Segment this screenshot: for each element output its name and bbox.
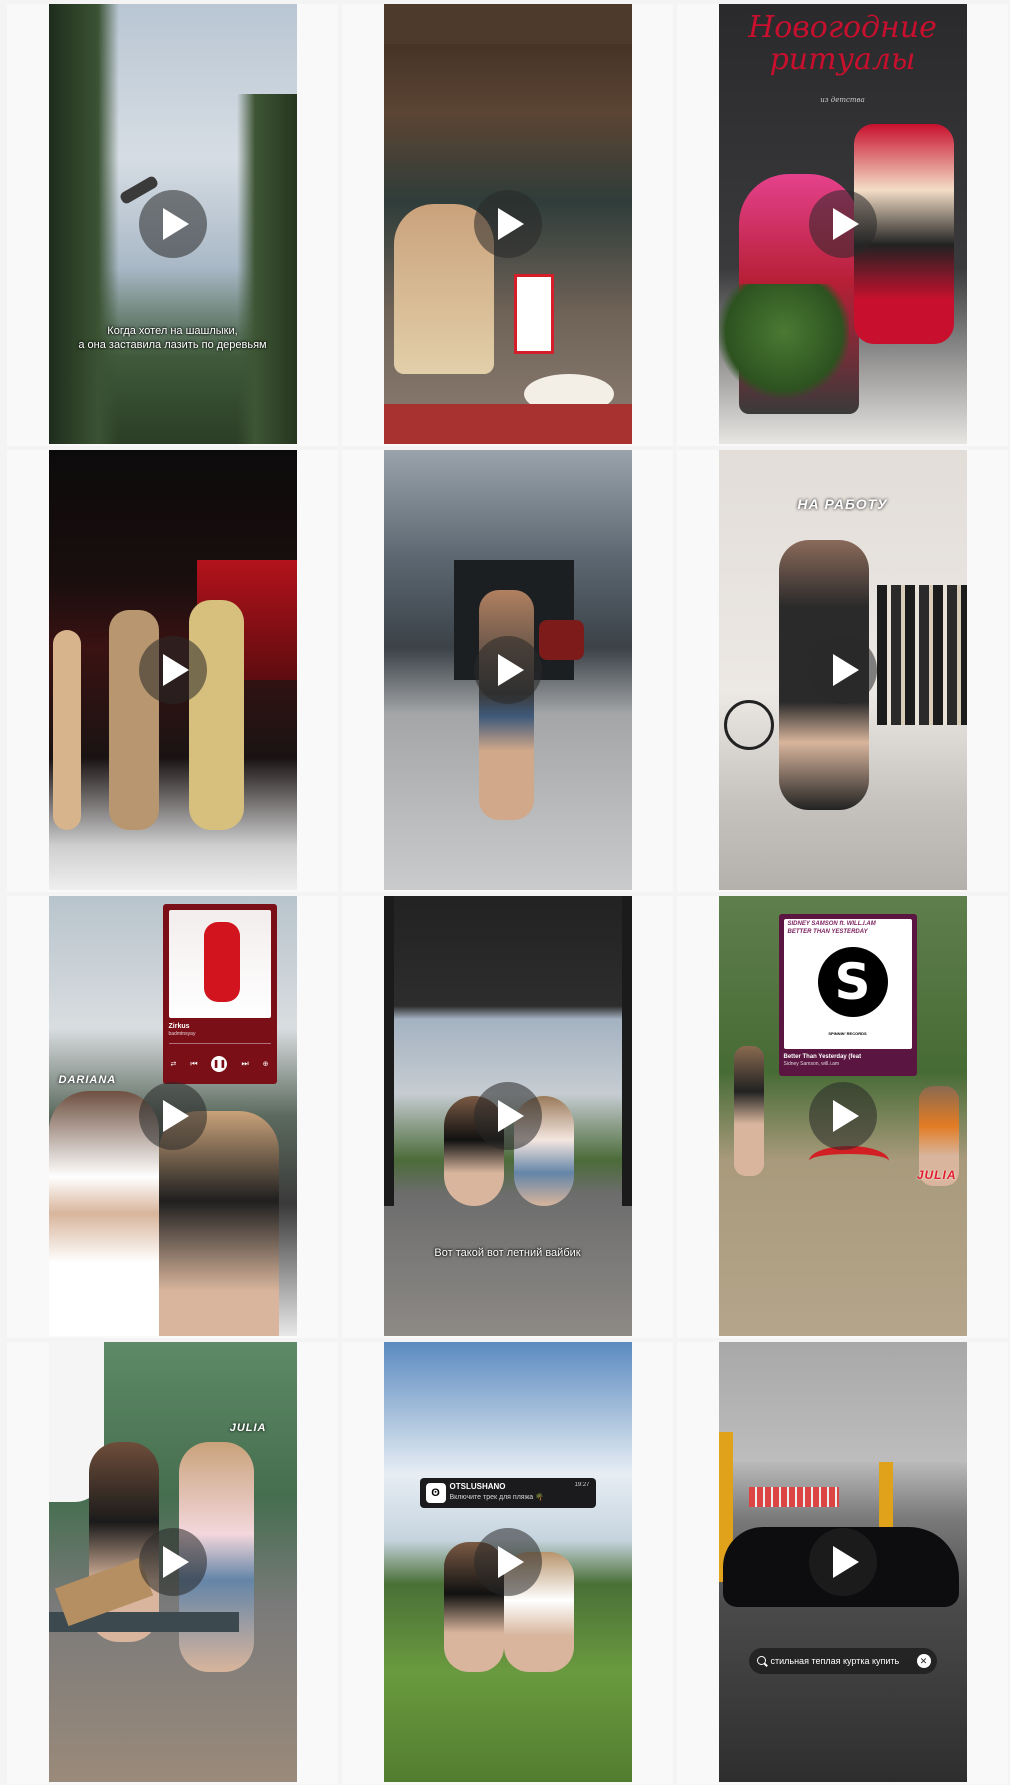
seesaw-shape [808, 1146, 889, 1176]
video-thumbnail[interactable]: Новогодние ритуалы из детства [718, 4, 967, 444]
album-header: SIDNEY SAMSON ft. WILL.I.AM [787, 921, 876, 927]
grid-cell: SIDNEY SAMSON ft. WILL.I.AM BETTER THAN … [675, 896, 1010, 1342]
person-shape [188, 600, 244, 830]
play-icon[interactable] [808, 1528, 877, 1596]
play-icon[interactable] [808, 190, 877, 258]
play-icon[interactable] [138, 636, 207, 704]
video-thumbnail[interactable] [383, 450, 632, 890]
album-art: SIDNEY SAMSON ft. WILL.I.AM BETTER THAN … [783, 919, 912, 1049]
album-art [168, 910, 271, 1018]
grid-cell [340, 450, 675, 896]
search-pill[interactable]: стильная теплая куртка купить ✕ [748, 1648, 937, 1674]
video-thumbnail[interactable] [48, 450, 297, 890]
grid-cell: Когда хотел на шашлыки, а она заставила … [5, 4, 340, 450]
play-icon[interactable] [473, 190, 542, 258]
play-icon[interactable] [808, 636, 877, 704]
grid-cell: ʘ OTSLUSHANO Включите трек для пляжа 🌴 1… [340, 1342, 675, 1785]
car-shape [538, 620, 584, 660]
search-text: стильная теплая куртка купить [770, 1656, 900, 1666]
previous-icon[interactable]: ⏮ [190, 1059, 197, 1069]
video-overlay-text: JULIA [229, 1422, 267, 1434]
video-thumbnail[interactable]: НА РАБОТУ [718, 450, 967, 890]
person-shape [52, 630, 81, 830]
video-thumbnail[interactable]: SIDNEY SAMSON ft. WILL.I.AM BETTER THAN … [718, 896, 967, 1336]
video-thumbnail[interactable]: стильная теплая куртка купить ✕ [718, 1342, 967, 1782]
ceiling-shape [383, 4, 632, 44]
play-icon[interactable] [808, 1082, 877, 1150]
notification-app-name: OTSLUSHANO [449, 1482, 506, 1491]
close-icon[interactable]: ✕ [916, 1654, 931, 1668]
record-label: SPINNIN' RECORDS [828, 1031, 867, 1036]
search-icon [756, 1656, 766, 1665]
grid-cell [340, 4, 675, 450]
grid-cell: Новогодние ритуалы из детства [675, 4, 1010, 450]
sign-shape [748, 1487, 839, 1507]
pillar-shape [383, 896, 394, 1206]
person-shape [733, 1046, 764, 1176]
track-title: Zirkus [168, 1023, 190, 1030]
play-icon[interactable] [138, 1082, 207, 1150]
shuffle-icon[interactable]: ⇄ [171, 1060, 177, 1068]
track-artist: Sidney Samson, will.i.am [783, 1061, 840, 1067]
album-header: BETTER THAN YESTERDAY [787, 929, 868, 935]
video-overlay-text: НА РАБОТУ [797, 496, 888, 512]
play-icon[interactable] [473, 636, 542, 704]
grid-cell [5, 450, 340, 896]
notification-text: Включите трек для пляжа 🌴 [449, 1494, 544, 1501]
tree-shape [236, 94, 297, 444]
tree-shape [48, 4, 119, 444]
package-shape [513, 274, 554, 354]
grid-cell: Вот такой вот летний вайбик [340, 896, 675, 1342]
bicycle-wheel-shape [723, 700, 774, 750]
grid-cell: НА РАБОТУ [675, 450, 1010, 896]
notification-time: 19:27 [574, 1482, 590, 1488]
grid-cell: Zirkus badmtnsyay ⇄ ⏮ ❚❚ ⏭ ⊕ DARIANA [5, 896, 340, 1342]
play-icon[interactable] [473, 1528, 542, 1596]
ceiling-shape [718, 1342, 967, 1462]
grid-cell: JULIA [5, 1342, 340, 1785]
play-icon[interactable] [138, 190, 207, 258]
add-icon[interactable]: ⊕ [263, 1060, 269, 1068]
video-subtitle: из детства [820, 96, 865, 104]
play-icon[interactable] [138, 1528, 207, 1596]
video-thumbnail[interactable]: JULIA [48, 1342, 297, 1782]
video-overlay-text: JULIA [916, 1168, 957, 1182]
video-thumbnail[interactable]: Вот такой вот летний вайбик [383, 896, 632, 1336]
track-artist: badmtnsyay [168, 1031, 196, 1037]
video-thumbnail[interactable]: Когда хотел на шашлыки, а она заставила … [48, 4, 297, 444]
play-icon[interactable] [473, 1082, 542, 1150]
video-caption: Когда хотел на шашлыки, а она заставила … [78, 325, 267, 351]
video-grid: Когда хотел на шашлыки, а она заставила … [0, 0, 1010, 1785]
app-icon: ʘ [425, 1483, 446, 1503]
spinnin-logo: S [817, 947, 888, 1017]
music-player-card[interactable]: SIDNEY SAMSON ft. WILL.I.AM BETTER THAN … [778, 914, 917, 1076]
track-title: Better Than Yesterday (feat [783, 1054, 862, 1060]
tree-shape [718, 284, 849, 404]
clothes-rack-shape [876, 585, 967, 725]
video-title: Новогодние [748, 10, 937, 45]
person-shape [478, 590, 534, 820]
video-thumbnail[interactable] [383, 4, 632, 444]
music-player-card[interactable]: Zirkus badmtnsyay ⇄ ⏮ ❚❚ ⏭ ⊕ [162, 904, 277, 1084]
pillar-shape [621, 896, 632, 1206]
video-thumbnail[interactable]: Zirkus badmtnsyay ⇄ ⏮ ❚❚ ⏭ ⊕ DARIANA [48, 896, 297, 1336]
next-icon[interactable]: ⏭ [241, 1059, 248, 1069]
table-shape [383, 404, 632, 444]
notification-banner[interactable]: ʘ OTSLUSHANO Включите трек для пляжа 🌴 1… [419, 1478, 596, 1508]
grid-cell: стильная теплая куртка купить ✕ [675, 1342, 1010, 1785]
video-title: ритуалы [769, 42, 916, 77]
pause-icon[interactable]: ❚❚ [211, 1056, 228, 1072]
video-thumbnail[interactable]: ʘ OTSLUSHANO Включите трек для пляжа 🌴 1… [383, 1342, 632, 1782]
video-caption: Вот такой вот летний вайбик [434, 1247, 581, 1259]
